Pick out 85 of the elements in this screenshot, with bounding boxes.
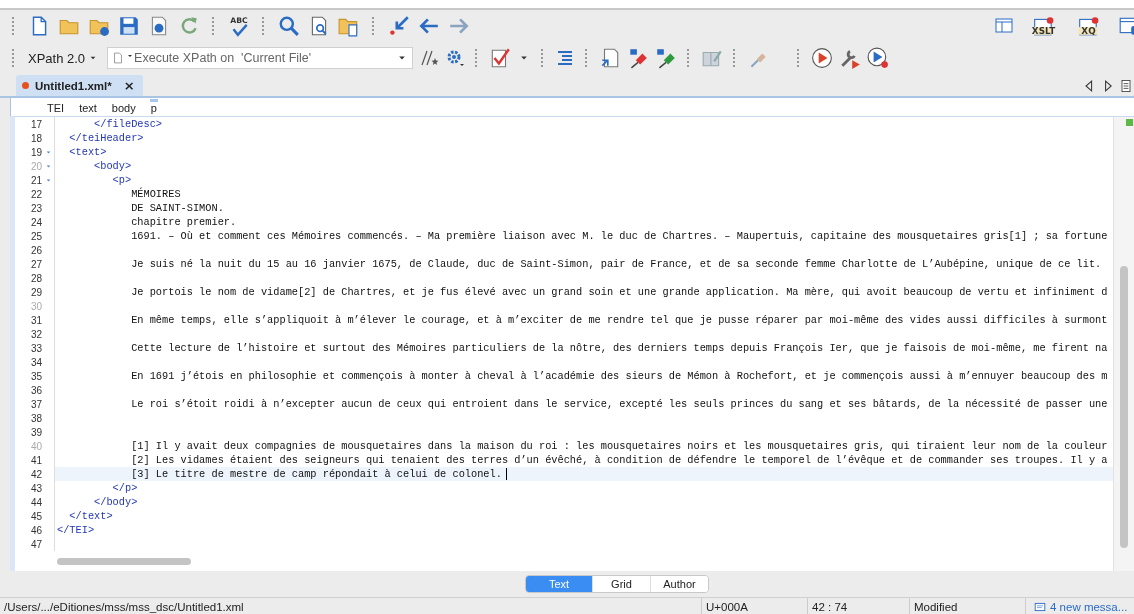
line-number: 36 <box>29 384 42 396</box>
line-number: 32 <box>29 328 42 340</box>
file-path: /Users/.../eDitiones/mss/mss_dsc/Untitled1.xml <box>4 601 244 613</box>
line-number: 42 <box>29 468 42 480</box>
line-number: 31 <box>29 314 42 326</box>
code-line: En même temps, elle s’appliquoit à m’élever le courage, et à m’exciter de me rendre tel que je pusse réparer par moi-même des vides aussi difficiles à surmont <box>130 314 1108 326</box>
slash-star-icon[interactable] <box>419 48 440 68</box>
line-number: 29 <box>29 286 42 298</box>
cursor-position: 42 : 74 <box>812 601 848 613</box>
character-code: U+000A <box>706 601 748 613</box>
code-line: [3] Le titre de mestre de camp répondait à celui de colonel. <box>130 468 502 480</box>
line-number: 17 <box>29 118 42 130</box>
xpath-query-field[interactable]: Execute XPath on 'Current File' <box>107 47 414 69</box>
code-tag: </body> <box>57 496 138 508</box>
line-number: 46 <box>29 524 42 536</box>
code-line: Cette lecture de l’histoire et surtout des Mémoires particuliers de la nôtre, des derniers temps depuis François Ier, que je faisois de moi-même, me firent na <box>130 342 1108 354</box>
line-number: 24 <box>29 216 42 228</box>
search-icon[interactable] <box>278 15 300 37</box>
breadcrumb-item[interactable]: TEI <box>46 99 66 116</box>
line-number: 43 <box>29 482 42 494</box>
code-tag: </TEI> <box>57 524 95 536</box>
code-line: En 1691 j’étois en philosophie et commençois à monter à cheval à l’académie des sieurs de Mémon à Rochefort, et je commençois aussi à m’ennuyer beaucoup des m <box>130 370 1108 382</box>
list-icon[interactable] <box>1118 77 1134 94</box>
line-number: 40 <box>29 440 42 452</box>
play-debug-icon[interactable] <box>867 47 890 69</box>
close-button[interactable]: × <box>123 78 135 93</box>
breadcrumb-item[interactable]: body <box>110 99 137 116</box>
validation-marker <box>1125 119 1133 126</box>
line-number: 28 <box>29 272 42 284</box>
code-tag: </p> <box>57 482 138 494</box>
line-number: 23 <box>29 202 42 214</box>
line-number: 35 <box>29 370 42 382</box>
line-number: 38 <box>29 412 42 424</box>
line-number: 45 <box>29 510 42 522</box>
code-line: Le roi s’étoit roidi à n’excepter aucun de ceux qui entroient dans le service, excepté les seuls princes du sang et ses bâtards, de la nécessité de passer une <box>130 398 1108 410</box>
line-number: 18 <box>29 132 42 144</box>
line-number: 37 <box>29 398 42 410</box>
line-number: 19 <box>29 146 42 158</box>
line-number: 44 <box>29 496 42 508</box>
messages-link[interactable]: 4 new messa... <box>1026 600 1134 614</box>
code-line: DE SAINT-SIMON. <box>130 202 224 214</box>
gear-icon[interactable] <box>445 48 466 68</box>
play-icon[interactable] <box>811 47 834 69</box>
code-tag: </text> <box>57 510 113 522</box>
code-line: Je portois le nom de vidame[2] de Chartres, et je fus élevé avec un grand soin et une grande application. Ma mère, qui avoit beaucoup de vertu et infiniment d <box>130 286 1108 298</box>
line-number: 39 <box>29 426 42 438</box>
line-number: 33 <box>29 342 42 354</box>
line-number: 41 <box>29 454 42 466</box>
code-tag: <body> <box>57 160 132 172</box>
code-line: MÉMOIRES <box>130 188 181 200</box>
horizontal-scrollbar-thumb[interactable] <box>57 557 191 565</box>
code-line: [1] Il y avait deux compagnies de mousquetaires dans la maison du roi : les mousquetaires noirs et les mousquetaires gris, qui tiraient leur nom de la couleur <box>130 440 1108 452</box>
mode-tab[interactable]: Author <box>650 576 708 592</box>
line-number: 21 <box>29 174 42 186</box>
code-line: [2] Les vidames étaient des seigneurs qui tenaient des terres d’un évêché, à condition de défendre le temporel de l’évêque et de commander ses troupes. Il y a <box>130 454 1108 466</box>
code-tag: <text> <box>57 146 107 158</box>
code-line: chapitre premier. <box>130 216 237 228</box>
text-cursor <box>505 468 507 480</box>
line-number: 22 <box>29 188 42 200</box>
line-number: 30 <box>29 300 42 312</box>
line-number: 20 <box>29 160 42 172</box>
save-icon[interactable] <box>118 15 140 37</box>
code-tag: </teiHeader> <box>57 132 144 144</box>
database-layout-icon[interactable] <box>1118 15 1134 37</box>
layout-icon[interactable] <box>994 16 1014 36</box>
code-tag: </fileDesc> <box>57 118 163 130</box>
modified-dot <box>22 82 29 89</box>
line-number: 26 <box>29 244 42 256</box>
vertical-scrollbar-thumb[interactable] <box>1120 266 1128 548</box>
tab-title: Untitled1.xml* <box>35 79 112 92</box>
code-line: Je suis né la nuit du 15 au 16 janvier 1675, de Claude, duc de Saint-Simon, pair de France, et de sa seconde femme Charlotte de L’Aubépine, unique de ce lit. <box>130 258 1102 270</box>
message-icon <box>1034 601 1046 613</box>
line-number: 47 <box>29 538 42 550</box>
line-number: 34 <box>29 356 42 368</box>
file-tab[interactable]: Untitled1.xml* × <box>16 75 143 96</box>
validate-icon[interactable] <box>489 47 512 69</box>
xpath-version-dropdown[interactable]: XPath 2.0 <box>26 50 102 66</box>
line-number: 25 <box>29 230 42 242</box>
wrench-play-icon[interactable] <box>839 47 862 69</box>
breadcrumb-item[interactable]: text <box>78 99 98 116</box>
code-line: 1691. – Où et comment ces Mémoires commencés. – Ma première liaison avec M. le duc de Chartres. – Maupertuis, capitaine des mousquetaires gris[1] ; sa fortune <box>130 230 1108 242</box>
code-tag: <p> <box>57 174 132 186</box>
line-number: 27 <box>29 258 42 270</box>
document-state: Modified <box>914 601 958 613</box>
arrow-star-icon[interactable] <box>388 15 410 37</box>
